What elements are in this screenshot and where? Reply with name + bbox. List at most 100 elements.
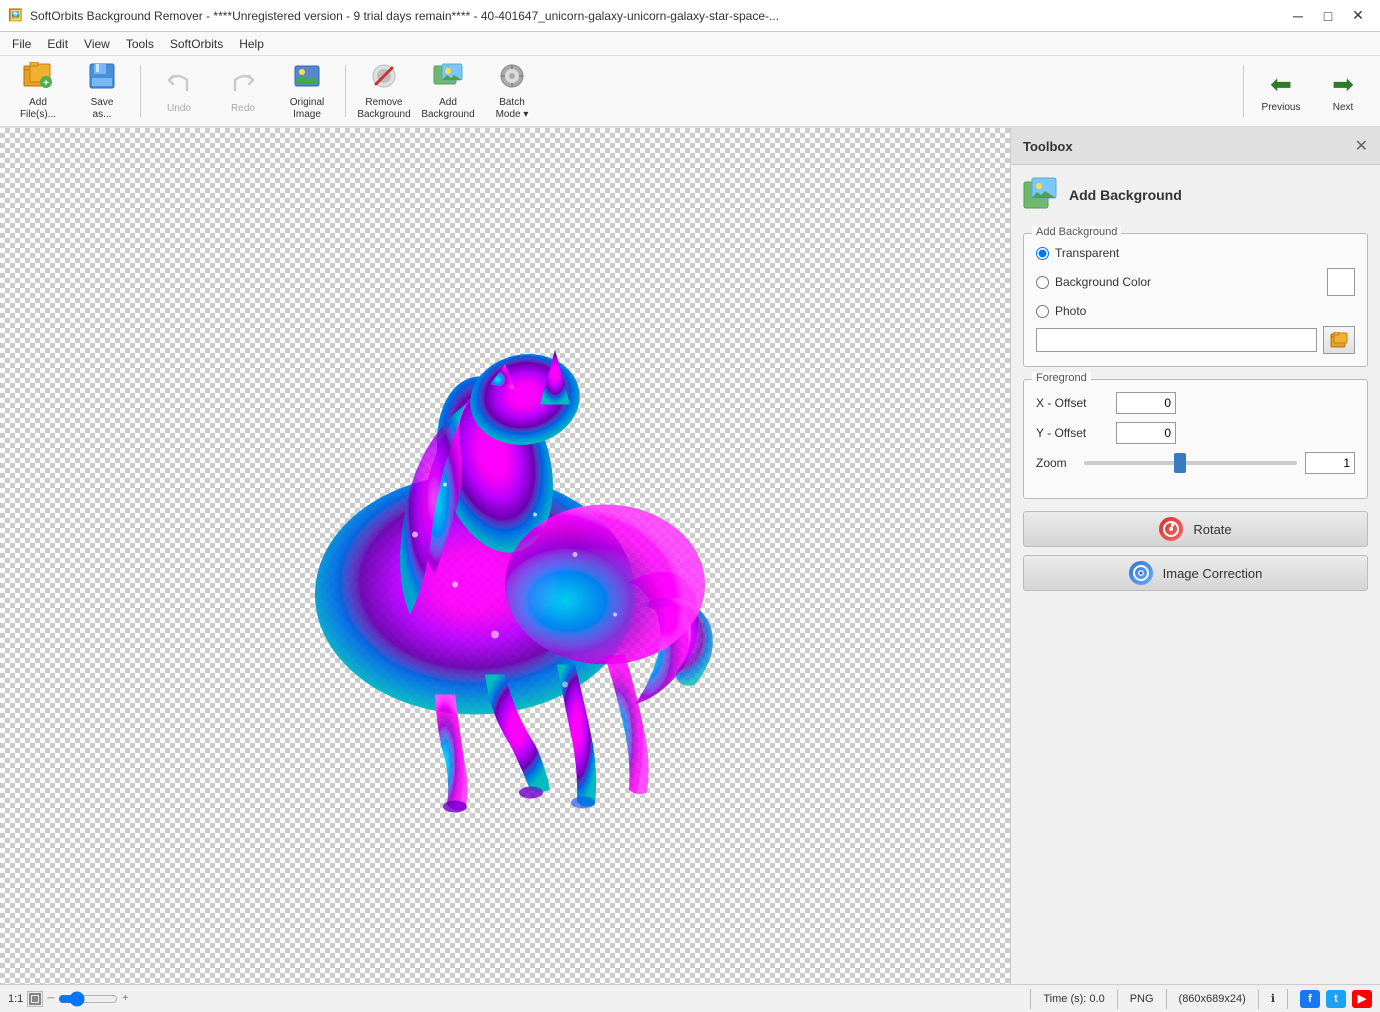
photo-label[interactable]: Photo [1055, 304, 1086, 318]
app-icon: 🖼️ [8, 8, 24, 24]
status-dimensions: (860x689x24) [1166, 989, 1246, 1009]
add-background-button[interactable]: AddBackground [418, 59, 478, 123]
toolbox-close-button[interactable]: ✕ [1355, 136, 1368, 156]
status-info[interactable]: ℹ [1258, 989, 1275, 1009]
redo-label: Redo [231, 103, 255, 115]
toolbar-sep-2 [345, 65, 346, 117]
undo-label: Undo [167, 103, 191, 115]
photo-path-input[interactable] [1036, 328, 1317, 352]
original-image-button[interactable]: OriginalImage [277, 59, 337, 123]
remove-background-button[interactable]: RemoveBackground [354, 59, 414, 123]
transparent-radio[interactable] [1036, 247, 1049, 260]
zoom-display: 1:1 [8, 993, 23, 1005]
menu-help[interactable]: Help [231, 32, 272, 55]
x-offset-row: X - Offset [1036, 392, 1355, 414]
add-background-label: AddBackground [421, 97, 474, 121]
batch-mode-icon [498, 62, 526, 95]
background-color-radio[interactable] [1036, 276, 1049, 289]
minimize-button[interactable]: ─ [1284, 4, 1312, 28]
toolbox-body: Add Background Add Background Transparen… [1011, 165, 1380, 984]
next-label: Next [1333, 102, 1354, 114]
batch-mode-button[interactable]: BatchMode ▾ [482, 59, 542, 123]
add-files-button[interactable]: + AddFile(s)... [8, 59, 68, 123]
rotate-button[interactable]: Rotate [1023, 511, 1368, 547]
save-icon [88, 62, 116, 95]
browse-icon [1330, 332, 1348, 348]
zoom-fit-button[interactable] [27, 991, 43, 1007]
toolbox-panel: Toolbox ✕ Add Background Add Background [1010, 128, 1380, 984]
rotate-label: Rotate [1193, 522, 1231, 537]
zoom-plus: + [122, 993, 128, 1004]
status-social: f t ▶ [1287, 989, 1372, 1009]
group-box-label: Add Background [1032, 226, 1121, 238]
menu-softorbits[interactable]: SoftOrbits [162, 32, 231, 55]
original-image-icon [293, 62, 321, 95]
canvas-background[interactable] [0, 128, 1010, 984]
zoom-thumb[interactable] [1174, 453, 1186, 473]
next-button[interactable]: ➡ Next [1314, 59, 1372, 123]
add-background-section-header: Add Background [1023, 177, 1368, 221]
remove-background-icon [368, 62, 400, 95]
zoom-range-input[interactable] [58, 995, 118, 1003]
zoom-fit-icon [29, 993, 41, 1005]
twitter-button[interactable]: t [1326, 990, 1346, 1008]
x-offset-input[interactable] [1116, 392, 1176, 414]
background-color-label[interactable]: Background Color [1055, 275, 1151, 289]
add-files-label: AddFile(s)... [20, 97, 56, 121]
title-bar-title: SoftOrbits Background Remover - ****Unre… [30, 9, 1284, 23]
status-format: PNG [1117, 989, 1154, 1009]
foreground-label: Foregrond [1032, 372, 1091, 384]
image-correction-icon [1129, 561, 1153, 585]
toolbox-title: Toolbox [1023, 139, 1073, 154]
zoom-slider-track [1084, 461, 1297, 465]
toolbar-sep-1 [140, 65, 141, 117]
image-correction-button[interactable]: Image Correction [1023, 555, 1368, 591]
undo-icon [165, 68, 193, 101]
redo-button[interactable]: Redo [213, 59, 273, 123]
zoom-row: Zoom [1036, 452, 1355, 474]
next-icon: ➡ [1332, 69, 1354, 100]
zoom-value-input[interactable] [1305, 452, 1355, 474]
unicorn-image [115, 235, 795, 878]
menu-file[interactable]: File [4, 32, 39, 55]
title-bar: 🖼️ SoftOrbits Background Remover - ****U… [0, 0, 1380, 32]
add-background-title: Add Background [1069, 187, 1182, 203]
y-offset-row: Y - Offset [1036, 422, 1355, 444]
toolbar-sep-3 [1243, 65, 1244, 117]
maximize-button[interactable]: □ [1314, 4, 1342, 28]
batch-mode-label: BatchMode ▾ [496, 97, 529, 121]
menu-tools[interactable]: Tools [118, 32, 162, 55]
social-links: f t ▶ [1300, 990, 1372, 1008]
youtube-button[interactable]: ▶ [1352, 990, 1372, 1008]
add-background-group: Add Background Transparent Background Co… [1023, 233, 1368, 367]
info-icon: ℹ [1271, 992, 1275, 1005]
facebook-button[interactable]: f [1300, 990, 1320, 1008]
previous-button[interactable]: ⬅ Previous [1252, 59, 1310, 123]
save-as-button[interactable]: Saveas... [72, 59, 132, 123]
add-background-section-icon [1023, 177, 1059, 213]
main-area: Toolbox ✕ Add Background Add Background [0, 128, 1380, 984]
previous-icon: ⬅ [1270, 69, 1292, 100]
toolbox-header: Toolbox ✕ [1011, 128, 1380, 165]
menu-edit[interactable]: Edit [39, 32, 76, 55]
zoom-controls: 1:1 ─ + [8, 991, 128, 1007]
zoom-minus: ─ [47, 993, 54, 1004]
zoom-label: Zoom [1036, 456, 1076, 470]
browse-button[interactable] [1323, 326, 1355, 354]
original-image-label: OriginalImage [290, 97, 324, 121]
status-time: Time (s): 0.0 [1030, 989, 1104, 1009]
image-correction-label: Image Correction [1163, 566, 1263, 581]
x-offset-label: X - Offset [1036, 396, 1116, 410]
remove-background-label: RemoveBackground [357, 97, 410, 121]
save-as-label: Saveas... [91, 97, 114, 121]
close-button[interactable]: ✕ [1344, 4, 1372, 28]
photo-radio[interactable] [1036, 305, 1049, 318]
status-bar: 1:1 ─ + Time (s): 0.0 PNG (860x689x24) ℹ… [0, 984, 1380, 1012]
undo-button[interactable]: Undo [149, 59, 209, 123]
menu-view[interactable]: View [76, 32, 118, 55]
rotate-icon [1159, 517, 1183, 541]
y-offset-input[interactable] [1116, 422, 1176, 444]
zoom-slider[interactable] [1084, 461, 1297, 465]
transparent-label[interactable]: Transparent [1055, 246, 1119, 260]
color-picker-box[interactable] [1327, 268, 1355, 296]
